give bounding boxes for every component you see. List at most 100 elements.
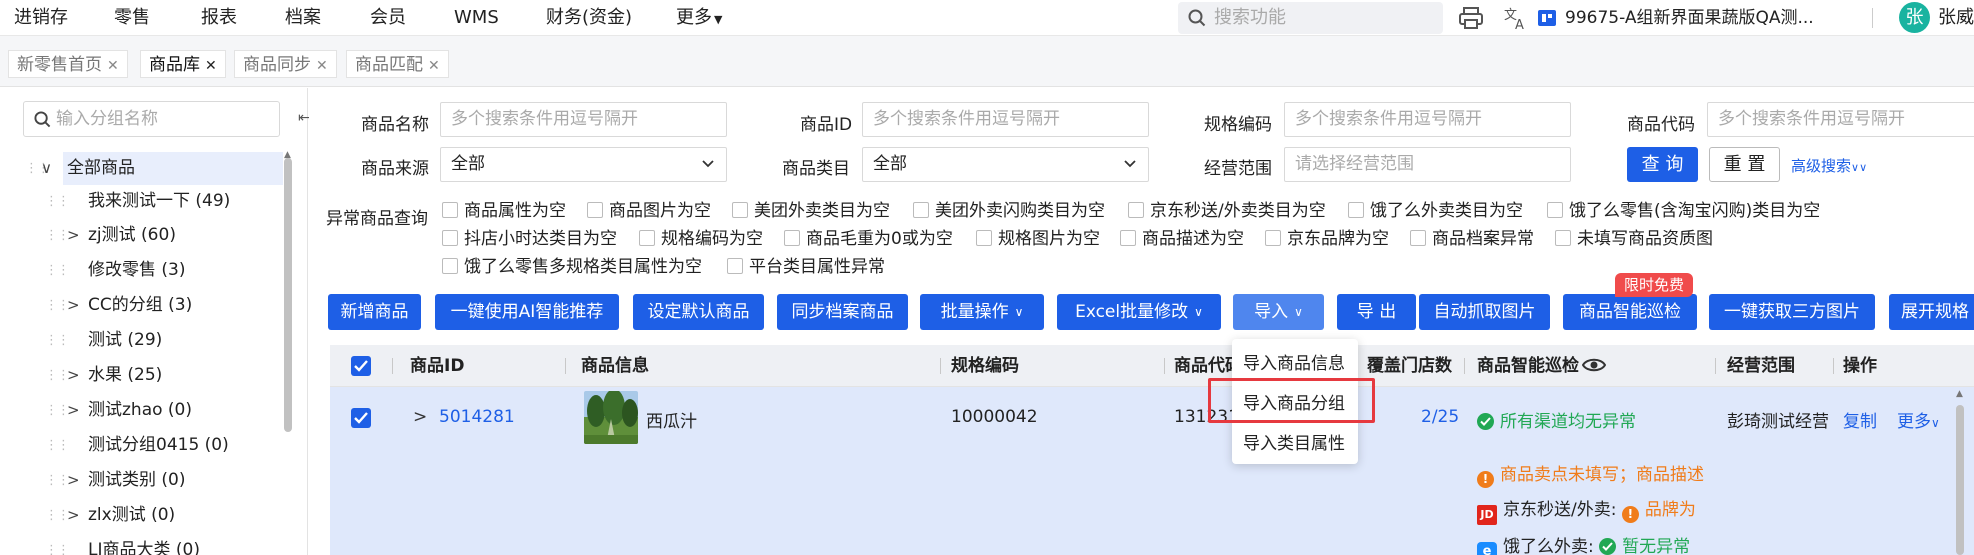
drag-handle-icon[interactable]: ⋮⋮ bbox=[45, 185, 70, 218]
close-icon[interactable]: ✕ bbox=[107, 58, 119, 74]
abnormal-checkbox[interactable]: 京东品牌为空 bbox=[1265, 228, 1389, 250]
scope-select[interactable]: 请选择经营范围 bbox=[1284, 147, 1571, 182]
import-product-info-item[interactable]: 导入商品信息 bbox=[1243, 349, 1345, 374]
abnormal-checkbox[interactable]: 饿了么零售多规格类目属性为空 bbox=[442, 256, 702, 278]
id-input[interactable]: 多个搜索条件用逗号隔开 bbox=[862, 102, 1149, 137]
eye-icon[interactable] bbox=[1582, 356, 1606, 374]
export-button[interactable]: 导 出 bbox=[1337, 294, 1416, 330]
checkbox[interactable] bbox=[1120, 230, 1136, 246]
add-product-button[interactable]: 新增商品 bbox=[328, 294, 421, 330]
drag-handle-icon[interactable]: ⋮⋮ bbox=[45, 289, 70, 322]
set-default-button[interactable]: 设定默认商品 bbox=[633, 294, 764, 330]
abnormal-checkbox[interactable]: 美团外卖闪购类目为空 bbox=[913, 200, 1105, 222]
avatar[interactable]: 张 bbox=[1899, 2, 1930, 33]
drag-handle-icon[interactable]: ⋮⋮ bbox=[45, 394, 70, 427]
reset-button[interactable]: 重 置 bbox=[1709, 147, 1780, 182]
drag-handle-icon[interactable]: ⋮⋮ bbox=[45, 219, 70, 252]
abnormal-checkbox[interactable]: 商品毛重为0或为空 bbox=[784, 228, 953, 250]
batch-ops-button[interactable]: 批量操作 ∨ bbox=[920, 294, 1044, 330]
abnormal-checkbox[interactable]: 抖店小时达类目为空 bbox=[442, 228, 617, 250]
abnormal-checkbox[interactable]: 商品属性为空 bbox=[442, 200, 566, 222]
tree-item-all[interactable]: ⋮⋮ ∨ 全部商品 bbox=[25, 152, 283, 185]
close-icon[interactable]: ✕ bbox=[316, 58, 328, 74]
spec-input[interactable]: 多个搜索条件用逗号隔开 bbox=[1284, 102, 1571, 137]
drag-handle-icon[interactable]: ⋮⋮ bbox=[45, 254, 70, 287]
username[interactable]: 张威 bbox=[1938, 0, 1974, 36]
abnormal-checkbox[interactable]: 规格编码为空 bbox=[639, 228, 763, 250]
checkbox[interactable] bbox=[1410, 230, 1426, 246]
advanced-search-link[interactable]: 高级搜索∨∨ bbox=[1791, 155, 1867, 176]
checkbox[interactable] bbox=[1128, 202, 1144, 218]
checkbox[interactable] bbox=[1348, 202, 1364, 218]
checkbox[interactable] bbox=[442, 258, 458, 274]
abnormal-checkbox[interactable]: 京东秒送/外卖类目为空 bbox=[1128, 200, 1326, 222]
table-row[interactable]: > 5014281 西瓜汁 10000042 131231 2/25 所有渠道均… bbox=[330, 387, 1974, 555]
more-ops-link[interactable]: 更多∨ bbox=[1897, 407, 1940, 432]
drag-handle-icon[interactable]: ⋮⋮ bbox=[45, 464, 70, 497]
expand-spec-button[interactable]: 展开规格 bbox=[1889, 294, 1974, 330]
abnormal-checkbox[interactable]: 美团外卖类目为空 bbox=[732, 200, 890, 222]
tab-home[interactable]: 新零售首页 ✕ bbox=[8, 50, 128, 78]
scroll-up-icon[interactable]: ▲ bbox=[1956, 389, 1963, 399]
menu-wms[interactable]: WMS bbox=[454, 0, 499, 36]
ai-recommend-button[interactable]: 一键使用AI智能推荐 bbox=[435, 294, 619, 330]
checkbox[interactable] bbox=[1547, 202, 1563, 218]
checkbox[interactable] bbox=[727, 258, 743, 274]
checkbox[interactable] bbox=[1555, 230, 1571, 246]
checkbox[interactable] bbox=[1265, 230, 1281, 246]
checkbox[interactable] bbox=[732, 202, 748, 218]
chevron-right-icon[interactable]: > bbox=[67, 394, 80, 427]
close-icon[interactable]: ✕ bbox=[428, 58, 440, 74]
tab-product-match[interactable]: 商品匹配 ✕ bbox=[346, 50, 449, 78]
tab-product-library[interactable]: 商品库 ✕ bbox=[140, 50, 226, 78]
source-select[interactable]: 全部 bbox=[440, 147, 727, 182]
chevron-down-icon[interactable]: ∨ bbox=[41, 152, 52, 185]
print-icon[interactable] bbox=[1458, 5, 1484, 31]
chevron-right-icon[interactable]: > bbox=[67, 499, 80, 532]
menu-reports[interactable]: 报表 bbox=[201, 0, 237, 36]
query-button[interactable]: 查 询 bbox=[1627, 147, 1698, 182]
collapse-sidebar-icon[interactable]: ⇤ bbox=[298, 110, 310, 126]
checkbox[interactable] bbox=[913, 202, 929, 218]
abnormal-checkbox[interactable]: 规格图片为空 bbox=[976, 228, 1100, 250]
row-checkbox[interactable] bbox=[351, 408, 371, 428]
abnormal-checkbox[interactable]: 商品图片为空 bbox=[587, 200, 711, 222]
drag-handle-icon[interactable]: ⋮⋮ bbox=[45, 534, 70, 555]
checkbox[interactable] bbox=[442, 230, 458, 246]
abnormal-checkbox[interactable]: 商品描述为空 bbox=[1120, 228, 1244, 250]
excel-batch-edit-button[interactable]: Excel批量修改 ∨ bbox=[1057, 294, 1221, 330]
drag-handle-icon[interactable]: ⋮⋮ bbox=[45, 324, 70, 357]
chevron-right-icon[interactable]: > bbox=[67, 359, 80, 392]
chevron-right-icon[interactable]: > bbox=[67, 464, 80, 497]
drag-handle-icon[interactable]: ⋮⋮ bbox=[45, 429, 70, 462]
abnormal-checkbox[interactable]: 平台类目属性异常 bbox=[727, 256, 885, 278]
product-id-link[interactable]: 5014281 bbox=[439, 407, 515, 427]
menu-jxc[interactable]: 进销存 bbox=[14, 0, 68, 36]
close-icon[interactable]: ✕ bbox=[205, 58, 217, 74]
name-input[interactable]: 多个搜索条件用逗号隔开 bbox=[440, 102, 727, 137]
auto-fetch-images-button[interactable]: 自动抓取图片 bbox=[1419, 294, 1550, 330]
checkbox[interactable] bbox=[442, 202, 458, 218]
category-select[interactable]: 全部 bbox=[862, 147, 1149, 182]
import-category-attributes-item[interactable]: 导入类目属性 bbox=[1243, 429, 1345, 454]
menu-more[interactable]: 更多 ▼ bbox=[676, 0, 722, 36]
menu-archive[interactable]: 档案 bbox=[285, 0, 321, 36]
drag-handle-icon[interactable]: ⋮⋮ bbox=[45, 499, 70, 532]
tab-product-sync[interactable]: 商品同步 ✕ bbox=[234, 50, 337, 78]
sidebar-scrollbar[interactable] bbox=[284, 158, 292, 432]
expand-row-chevron-icon[interactable]: > bbox=[413, 407, 427, 427]
copy-link[interactable]: 复制 bbox=[1843, 407, 1877, 432]
select-all-checkbox[interactable] bbox=[351, 356, 371, 376]
drag-handle-icon[interactable]: ⋮⋮ bbox=[45, 359, 70, 392]
abnormal-checkbox[interactable]: 饿了么零售(含淘宝闪购)类目为空 bbox=[1547, 200, 1820, 222]
chevron-right-icon[interactable]: > bbox=[67, 289, 80, 322]
menu-retail[interactable]: 零售 bbox=[114, 0, 150, 36]
checkbox[interactable] bbox=[587, 202, 603, 218]
store-selector[interactable]: 99675-A组新界面果蔬版QA测... bbox=[1565, 0, 1814, 36]
table-scrollbar[interactable]: ▲ bbox=[1956, 387, 1964, 555]
abnormal-checkbox[interactable]: 未填写商品资质图 bbox=[1555, 228, 1713, 250]
abnormal-checkbox[interactable]: 饿了么外卖类目为空 bbox=[1348, 200, 1523, 222]
menu-finance[interactable]: 财务(资金) bbox=[546, 0, 632, 36]
fetch-third-party-images-button[interactable]: 一键获取三方图片 bbox=[1709, 294, 1875, 330]
group-search-input[interactable]: 输入分组名称 bbox=[23, 101, 280, 137]
